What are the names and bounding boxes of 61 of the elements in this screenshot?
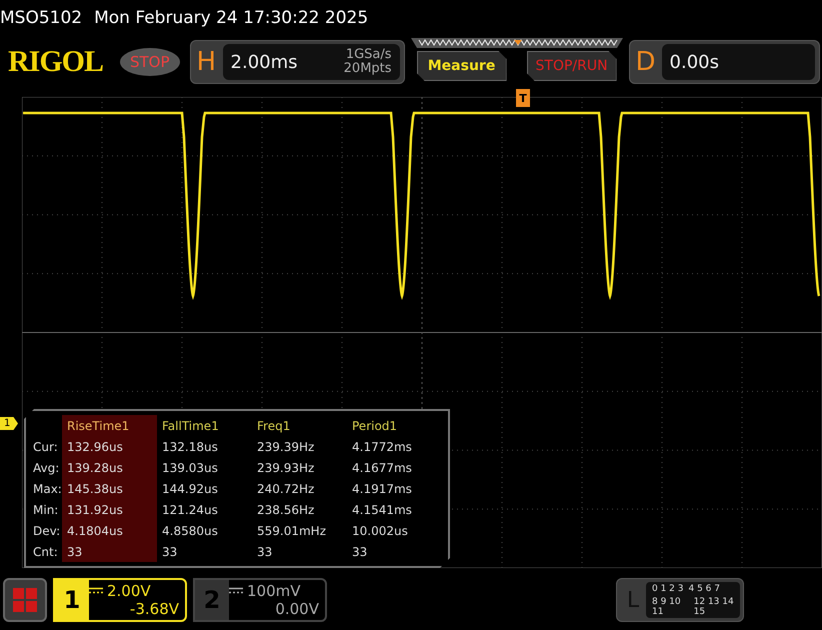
- sample-rate: 1GSa/s: [346, 48, 392, 62]
- measurement-value: 4.1772ms: [351, 438, 413, 456]
- row-label: Cnt:: [32, 544, 59, 560]
- digital-channels: 0 1 2 3: [652, 584, 684, 594]
- measurement-value: 131.92us: [62, 499, 157, 520]
- rigol-logo: RIGOL: [8, 45, 104, 79]
- grid-icon: [13, 588, 37, 612]
- measurement-value: 145.38us: [62, 478, 157, 499]
- dc-coupling-icon: [89, 587, 103, 595]
- trigger-marker[interactable]: T: [516, 89, 530, 107]
- delay-value: 0.00s: [670, 52, 720, 72]
- dc-coupling-icon: [229, 587, 243, 595]
- measurement-value: 4.1917ms: [351, 480, 413, 498]
- measurement-value: 33: [62, 541, 157, 562]
- measure-button[interactable]: Measure: [416, 51, 507, 81]
- digital-channels: 4 5 6 7: [688, 584, 720, 594]
- channel-offset: 0.00V: [274, 600, 319, 618]
- channel-offset: -3.68V: [128, 600, 179, 618]
- row-label: Max:: [32, 480, 62, 498]
- measurement-value: 132.18us: [161, 438, 219, 456]
- measurement-value: 33: [256, 544, 274, 560]
- measurement-value: 10.002us: [351, 522, 409, 540]
- channel-number: 1: [55, 580, 89, 620]
- run-state-badge: STOP: [120, 48, 180, 76]
- model-name: MSO5102: [0, 8, 82, 28]
- measurement-value: 4.8580us: [161, 522, 219, 540]
- channel-marker[interactable]: 1: [0, 417, 18, 430]
- volts-per-div: 2.00V: [107, 582, 151, 600]
- measurement-value: 4.1804us: [62, 520, 157, 541]
- measurement-value: 33: [161, 544, 178, 560]
- measurement-value: 121.24us: [161, 502, 219, 518]
- measurement-value: 240.72Hz: [256, 480, 316, 498]
- measurement-value: 33: [351, 544, 368, 560]
- timebase-value: 2.00ms: [230, 52, 298, 72]
- measurement-value: 4.1677ms: [351, 460, 413, 476]
- measurement-value: 139.03us: [161, 460, 219, 476]
- channel-button[interactable]: 1 2.00V -3.68V: [53, 578, 187, 622]
- digital-channels: 12 13 14 15: [694, 596, 735, 616]
- measurement-value: 238.56Hz: [256, 502, 316, 518]
- measurement-header: FallTime1: [161, 418, 220, 434]
- row-label: Min:: [32, 502, 60, 518]
- delay-label: D: [636, 47, 656, 77]
- measurement-header: Period1: [351, 418, 398, 434]
- measurement-header: RiseTime1: [62, 415, 157, 436]
- date-time: Mon February 24 17:30:22 2025: [94, 8, 368, 28]
- measurement-value: 239.39Hz: [256, 438, 316, 456]
- measurement-value: 139.28us: [62, 457, 157, 478]
- measurement-value: 559.01mHz: [256, 522, 327, 540]
- menu-button[interactable]: [3, 578, 47, 622]
- row-label: Dev:: [32, 522, 62, 540]
- measurement-value: 132.96us: [62, 436, 157, 457]
- digital-channels: 8 9 10 11: [652, 596, 682, 616]
- measurement-value: 239.93Hz: [256, 460, 316, 476]
- measurement-value: 144.92us: [161, 480, 219, 498]
- measurement-value: 4.1541ms: [351, 502, 413, 518]
- row-label: Avg:: [32, 460, 60, 476]
- horizontal-label: H: [196, 47, 217, 77]
- volts-per-div: 100mV: [247, 582, 301, 600]
- row-label: Cur:: [32, 438, 59, 456]
- memory-depth: 20Mpts: [344, 62, 392, 76]
- measurement-header: Freq1: [256, 418, 292, 434]
